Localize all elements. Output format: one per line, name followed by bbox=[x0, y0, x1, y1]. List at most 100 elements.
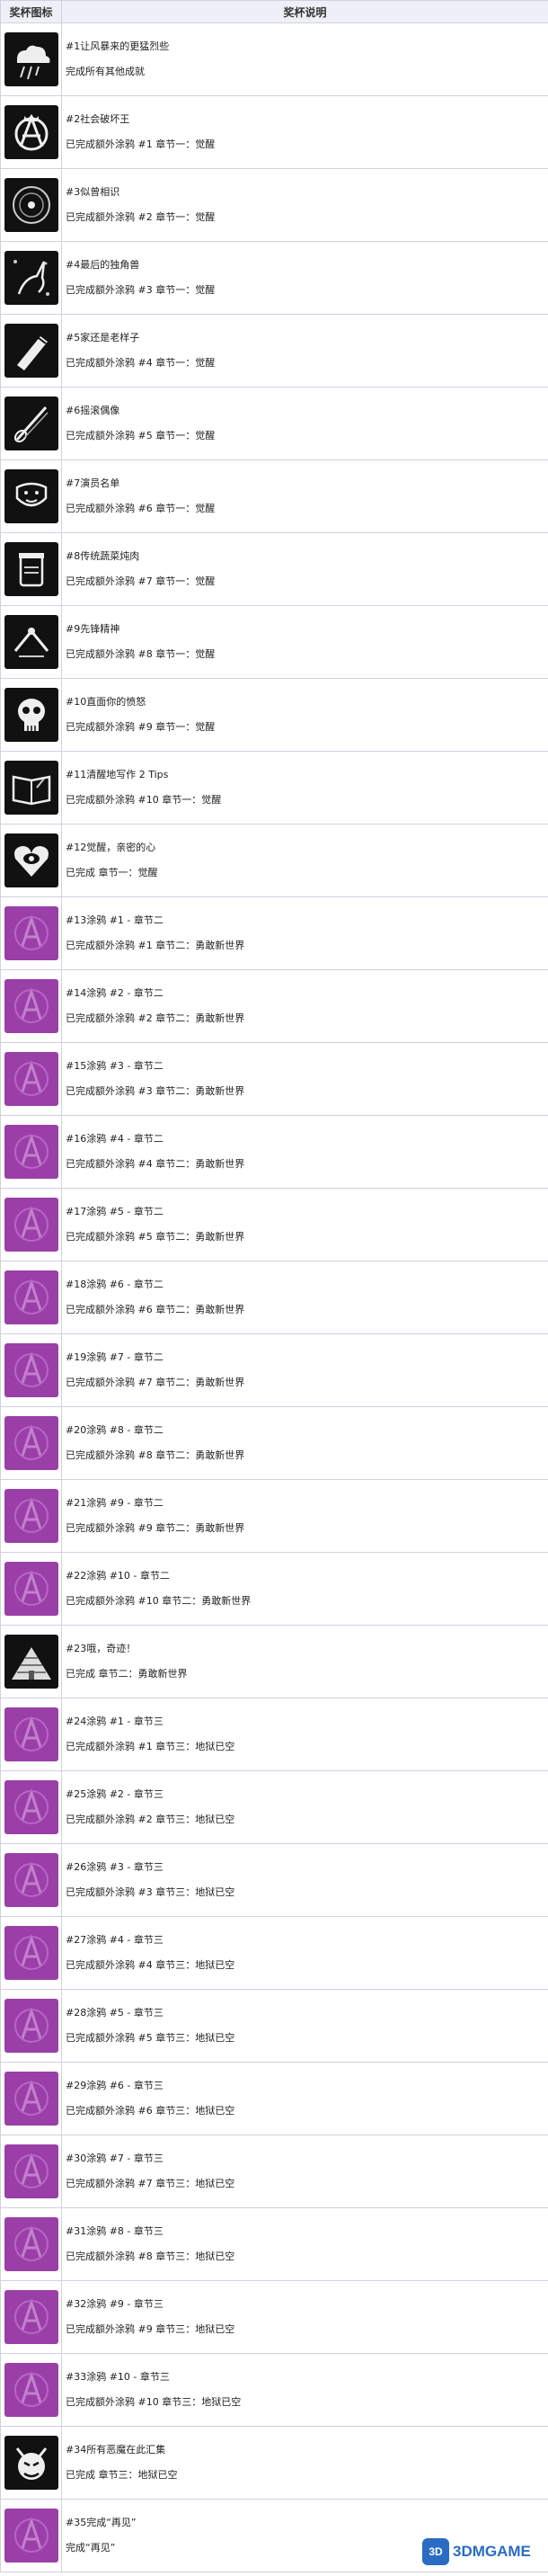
graffiti-purple-icon bbox=[4, 1926, 58, 1980]
trophy-name: #31涂鸦 #8 - 章节三 bbox=[66, 2225, 164, 2237]
graffiti-purple-icon bbox=[4, 906, 58, 960]
trophy-icon-cell bbox=[0, 678, 62, 752]
trophy-desc-cell: #17涂鸦 #5 - 章节二 已完成额外涂鸦 #5 章节二：勇敢新世界 bbox=[61, 1188, 548, 1261]
trophy-condition: 已完成额外涂鸦 #9 章节一：觉醒 bbox=[66, 721, 216, 733]
trophy-icon-cell bbox=[0, 1261, 62, 1334]
skull-icon bbox=[4, 688, 58, 742]
trophy-row: #29涂鸦 #6 - 章节三 已完成额外涂鸦 #6 章节三：地狱已空 bbox=[0, 2062, 548, 2135]
trophy-name: #17涂鸦 #5 - 章节二 bbox=[66, 1206, 164, 1217]
trophy-condition: 已完成额外涂鸦 #9 章节二：勇敢新世界 bbox=[66, 1522, 245, 1534]
trophy-icon-cell bbox=[0, 1625, 62, 1698]
trophy-row: #2社会破坏王 已完成额外涂鸦 #1 章节一：觉醒 bbox=[0, 95, 548, 169]
trophy-icon-cell bbox=[0, 896, 62, 970]
trophy-condition: 已完成 章节三：地狱已空 bbox=[66, 2469, 178, 2481]
trophy-desc-cell: #10直面你的愤怒已完成额外涂鸦 #9 章节一：觉醒 bbox=[61, 678, 548, 752]
actor-list-icon bbox=[4, 469, 58, 523]
trophy-row: #18涂鸦 #6 - 章节二已完成额外涂鸦 #6 章节二：勇敢新世界 bbox=[0, 1261, 548, 1334]
trophy-row: #6摇滚偶像 已完成额外涂鸦 #5 章节一：觉醒 bbox=[0, 387, 548, 460]
trophy-desc-cell: #22涂鸦 #10 - 章节二已完成额外涂鸦 #10 章节二：勇敢新世界 bbox=[61, 1552, 548, 1626]
trophy-name: #14涂鸦 #2 - 章节二 bbox=[66, 987, 164, 999]
trophy-condition: 已完成额外涂鸦 #10 章节二：勇敢新世界 bbox=[66, 1595, 252, 1607]
trophy-name: #1让风暴来的更猛烈些 bbox=[66, 40, 170, 52]
site-watermark: 3D 3DMGAME bbox=[422, 2536, 539, 2568]
trophy-name: #5家还是老样子 bbox=[66, 332, 140, 343]
graffiti-purple-icon bbox=[4, 2509, 58, 2563]
graffiti-purple-icon bbox=[4, 2217, 58, 2271]
watermark-logo-icon: 3D bbox=[422, 2538, 449, 2565]
trophy-desc-cell: #15涂鸦 #3 - 章节二 已完成额外涂鸦 #3 章节二：勇敢新世界 bbox=[61, 1042, 548, 1116]
trophy-icon-cell bbox=[0, 1406, 62, 1480]
trophy-desc-cell: #27涂鸦 #4 - 章节三 已完成额外涂鸦 #4 章节三：地狱已空 bbox=[61, 1916, 548, 1990]
trophy-name: #33涂鸦 #10 - 章节三 bbox=[66, 2371, 170, 2383]
trophy-icon-cell bbox=[0, 1698, 62, 1771]
trophy-icon-cell bbox=[0, 1770, 62, 1844]
trophy-desc-cell: #2社会破坏王 已完成额外涂鸦 #1 章节一：觉醒 bbox=[61, 95, 548, 169]
trophy-icon-cell bbox=[0, 1916, 62, 1990]
trophy-condition: 已完成额外涂鸦 #6 章节二：勇敢新世界 bbox=[66, 1304, 245, 1315]
cloud-storm-icon bbox=[4, 32, 58, 86]
graffiti-purple-icon bbox=[4, 2144, 58, 2198]
trophy-desc-cell: #8传统蔬菜炖肉 已完成额外涂鸦 #7 章节一：觉醒 bbox=[61, 532, 548, 606]
old-guy-icon bbox=[4, 324, 58, 378]
trophy-name: #10直面你的愤怒 bbox=[66, 696, 146, 708]
trophy-name: #18涂鸦 #6 - 章节二 bbox=[66, 1279, 164, 1290]
trophy-row: #4最后的独角兽 已完成额外涂鸦 #3 章节一：觉醒 bbox=[0, 241, 548, 315]
trophy-condition: 已完成额外涂鸦 #3 章节三：地狱已空 bbox=[66, 1886, 235, 1898]
trophy-condition: 已完成 章节一：觉醒 bbox=[66, 867, 158, 878]
trophy-name: #12觉醒，亲密的心 bbox=[66, 842, 156, 853]
trophy-name: #26涂鸦 #3 - 章节三 bbox=[66, 1861, 164, 1873]
book-icon bbox=[4, 761, 58, 815]
trophy-desc-cell: #14涂鸦 #2 - 章节二 已完成额外涂鸦 #2 章节二：勇敢新世界 bbox=[61, 969, 548, 1043]
trophy-condition: 已完成额外涂鸦 #2 章节三：地狱已空 bbox=[66, 1814, 235, 1825]
trophy-row: #5家还是老样子已完成额外涂鸦 #4 章节一：觉醒 bbox=[0, 314, 548, 388]
trophy-desc-cell: #34所有恶魔在此汇集 已完成 章节三：地狱已空 bbox=[61, 2426, 548, 2500]
trophy-desc-cell: #11清醒地写作 2 Tips 已完成额外涂鸦 #10 章节一：觉醒 bbox=[61, 751, 548, 824]
trophy-icon-cell bbox=[0, 2135, 62, 2208]
trophy-desc-cell: #28涂鸦 #5 - 章节三已完成额外涂鸦 #5 章节三：地狱已空 bbox=[61, 1989, 548, 2063]
trophy-condition: 已完成额外涂鸦 #3 章节二：勇敢新世界 bbox=[66, 1085, 245, 1097]
trophy-icon-cell bbox=[0, 1479, 62, 1553]
trophy-icon-cell bbox=[0, 1115, 62, 1189]
graffiti-purple-icon bbox=[4, 1052, 58, 1106]
trophy-name: #7演员名单 bbox=[66, 477, 120, 489]
trophy-name: #23哦，奇迹！ bbox=[66, 1643, 137, 1654]
trophy-icon-cell bbox=[0, 2062, 62, 2135]
trophy-icon-cell bbox=[0, 1333, 62, 1407]
trophy-desc-cell: #20涂鸦 #8 - 章节二 已完成额外涂鸦 #8 章节二：勇敢新世界 bbox=[61, 1406, 548, 1480]
trophy-desc-cell: #5家还是老样子已完成额外涂鸦 #4 章节一：觉醒 bbox=[61, 314, 548, 388]
trophy-condition: 已完成额外涂鸦 #2 章节一：觉醒 bbox=[66, 211, 216, 223]
graffiti-purple-icon bbox=[4, 2290, 58, 2344]
disc-icon bbox=[4, 178, 58, 232]
trophy-desc-cell: #26涂鸦 #3 - 章节三已完成额外涂鸦 #3 章节三：地狱已空 bbox=[61, 1843, 548, 1917]
trophy-icon-cell bbox=[0, 1843, 62, 1917]
trophy-condition: 已完成额外涂鸦 #5 章节三：地狱已空 bbox=[66, 2032, 235, 2044]
trophy-icon-cell bbox=[0, 2280, 62, 2354]
trophy-name: #20涂鸦 #8 - 章节二 bbox=[66, 1424, 164, 1436]
trophy-icon-cell bbox=[0, 2353, 62, 2427]
trophy-condition: 已完成额外涂鸦 #10 章节三：地狱已空 bbox=[66, 2396, 242, 2408]
trophy-condition: 已完成额外涂鸦 #6 章节三：地狱已空 bbox=[66, 2105, 235, 2117]
trophy-condition: 已完成 章节二：勇敢新世界 bbox=[66, 1668, 188, 1680]
trophy-condition: 已完成额外涂鸦 #4 章节一：觉醒 bbox=[66, 357, 216, 369]
trophy-icon-cell bbox=[0, 241, 62, 315]
graffiti-purple-icon bbox=[4, 1489, 58, 1543]
trophy-name: #13涂鸦 #1 - 章节二 bbox=[66, 914, 164, 926]
trophy-name: #25涂鸦 #2 - 章节三 bbox=[66, 1788, 164, 1800]
trophy-icon-cell bbox=[0, 168, 62, 242]
trophy-icon-cell bbox=[0, 2426, 62, 2500]
trophy-name: #22涂鸦 #10 - 章节二 bbox=[66, 1570, 170, 1582]
trophy-name: #28涂鸦 #5 - 章节三 bbox=[66, 2007, 164, 2019]
trophy-row: #8传统蔬菜炖肉 已完成额外涂鸦 #7 章节一：觉醒 bbox=[0, 532, 548, 606]
food-jar-icon bbox=[4, 542, 58, 596]
graffiti-purple-icon bbox=[4, 1343, 58, 1397]
trophy-desc-cell: #4最后的独角兽 已完成额外涂鸦 #3 章节一：觉醒 bbox=[61, 241, 548, 315]
graffiti-purple-icon bbox=[4, 1416, 58, 1470]
trophy-name: #27涂鸦 #4 - 章节三 bbox=[66, 1934, 164, 1946]
trophy-condition: 已完成额外涂鸦 #7 章节一：觉醒 bbox=[66, 575, 216, 587]
trophy-desc-cell: #9先锋精神 已完成额外涂鸦 #8 章节一：觉醒 bbox=[61, 605, 548, 679]
trophy-condition: 已完成额外涂鸦 #7 章节三：地狱已空 bbox=[66, 2178, 235, 2189]
trophy-icon-cell bbox=[0, 824, 62, 897]
trophy-row: #12觉醒，亲密的心 已完成 章节一：觉醒 bbox=[0, 824, 548, 897]
trophy-name: #4最后的独角兽 bbox=[66, 259, 140, 271]
trophy-name: #9先锋精神 bbox=[66, 623, 120, 635]
